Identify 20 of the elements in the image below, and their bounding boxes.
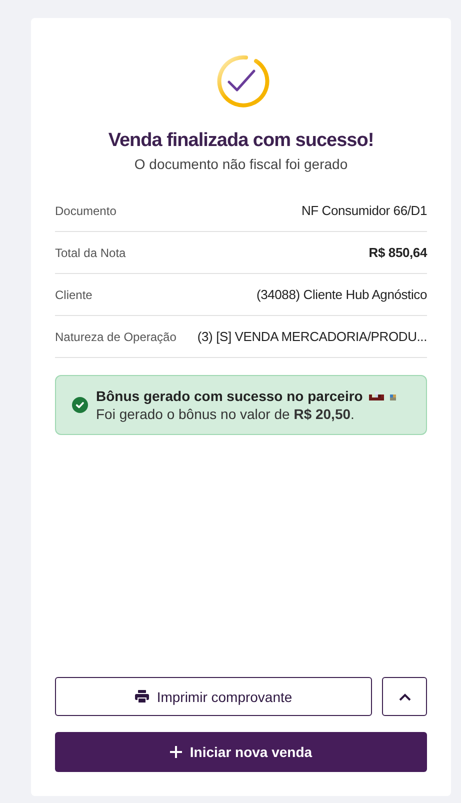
detail-label: Cliente [55,288,92,302]
detail-label: Total da Nota [55,246,126,260]
success-subtitle: O documento não fiscal foi gerado [133,156,349,172]
detail-label: Documento [55,204,116,218]
success-title: Venda finalizada com sucesso! [107,130,375,152]
alert-message: Foi gerado o bônus no valor de R$ 20,50. [96,406,356,422]
detail-value: NF Consumidor 66/D1 [301,203,427,218]
chevron-up-icon [398,692,410,700]
new-sale-button[interactable]: Iniciar nova venda [55,732,427,772]
printer-icon [134,690,149,703]
print-button[interactable]: Imprimir comprovante [55,677,372,716]
alert-title: Bônus gerado com sucesso no parceiro [96,388,363,404]
detail-value: (34088) Cliente Hub Agnóstico [256,287,427,302]
plus-icon [170,746,182,758]
detail-value: R$ 850,64 [368,245,427,260]
check-circle-icon [72,397,88,413]
expand-button[interactable] [382,677,427,716]
pixelated-logo-drawing [368,390,396,402]
detail-label: Natureza de Operação [55,330,176,344]
detail-value: (3) [S] VENDA MERCADORIA/PRODU... [197,329,427,344]
